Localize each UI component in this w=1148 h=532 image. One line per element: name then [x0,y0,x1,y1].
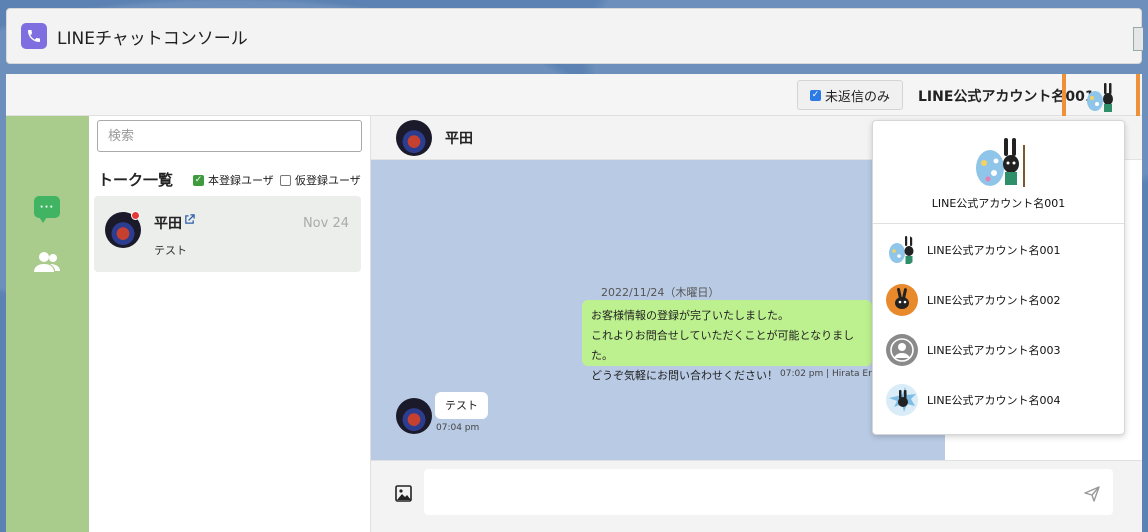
chat-contact-name: 平田 [445,131,473,147]
easter-egg-rabbit-avatar-icon [886,234,918,266]
account-dropdown-menu: LINE公式アカウント名001 LINE公式アカウント名001 LINE公式アカ [872,120,1125,435]
message-input-bar [371,460,1142,532]
message-area: 2022/11/24（木曜日） お客様情報の登録が完了いたしました。 これよりお… [371,160,945,460]
phone-icon [21,23,47,49]
avatar [396,398,432,434]
orange-rabbit-avatar-icon [886,284,918,316]
app-header: LINEチャットコンソール [6,8,1143,64]
account-option-004[interactable]: LINE公式アカウント名004 [873,375,1124,425]
avatar [396,120,432,156]
unreplied-label: 未返信のみ [824,89,890,105]
account-option-label: LINE公式アカウント名001 [927,244,1061,257]
app-title: LINEチャットコンソール [57,28,248,49]
image-attach-icon[interactable] [395,485,412,505]
search-input[interactable] [97,120,362,152]
account-option-label: LINE公式アカウント名004 [927,394,1061,407]
account-option-label: LINE公式アカウント名003 [927,344,1061,357]
received-message-bubble: テスト [435,392,488,419]
registered-checkbox[interactable]: ✓ [193,174,204,186]
blue-rabbit-avatar-icon [886,384,918,416]
message-input[interactable] [424,469,1113,515]
filter-provisional-users[interactable]: 仮登録ユーザ [280,172,361,188]
chat-bubble-icon[interactable]: ··· [34,196,60,223]
account-option-003[interactable]: LINE公式アカウント名003 [873,325,1124,375]
date-separator: 2022/11/24（木曜日） [601,286,720,299]
filter-registered-users[interactable]: ✓ 本登録ユーザ [193,172,274,188]
talk-name: 平田 [154,216,182,232]
default-person-avatar-icon [886,334,918,366]
unreplied-checkbox[interactable]: ✓ [809,89,821,101]
filter-label: 仮登録ユーザ [295,174,361,187]
talk-list-item[interactable]: 平田 Nov 24 テスト [94,196,361,272]
external-link-icon[interactable] [184,214,195,228]
easter-egg-rabbit-avatar-icon [1087,83,1113,112]
dropdown-current-account-name: LINE公式アカウント名001 [931,197,1066,210]
account-option-label: LINE公式アカウント名002 [927,294,1061,307]
sent-message-meta: 07:02 pm | Hirata Erin [780,369,881,379]
received-message-time: 07:04 pm [436,423,480,433]
talk-list-pane: トーク一覧 ✓ 本登録ユーザ 仮登録ユーザ 平田 Nov 24 テスト [89,116,371,532]
message-line: お客様情報の登録が完了いたしました。 [591,309,789,322]
provisional-checkbox[interactable] [280,174,291,186]
unreplied-only-toggle[interactable]: ✓ 未返信のみ [797,80,903,110]
talk-list-title: トーク一覧 [98,171,174,189]
top-toolbar: ✓ 未返信のみ LINE公式アカウント名001 [6,74,1142,127]
easter-egg-rabbit-avatar-icon [970,135,1028,194]
message-line: これよりお問合せしていただくことが可能となりました。 [591,329,855,362]
left-nav-rail: ··· [6,116,89,532]
account-option-002[interactable]: LINE公式アカウント名002 [873,275,1124,325]
users-icon[interactable] [33,250,61,277]
talk-preview: テスト [154,244,187,257]
account-option-001[interactable]: LINE公式アカウント名001 [873,225,1124,275]
side-tab[interactable] [1133,27,1143,51]
dropdown-current-account: LINE公式アカウント名001 [873,121,1124,224]
send-icon[interactable] [1083,485,1101,506]
unread-badge [131,211,140,220]
filter-label: 本登録ユーザ [208,174,274,187]
talk-date: Nov 24 [302,216,349,231]
sent-message-bubble: お客様情報の登録が完了いたしました。 これよりお問合せしていただくことが可能とな… [582,300,872,382]
